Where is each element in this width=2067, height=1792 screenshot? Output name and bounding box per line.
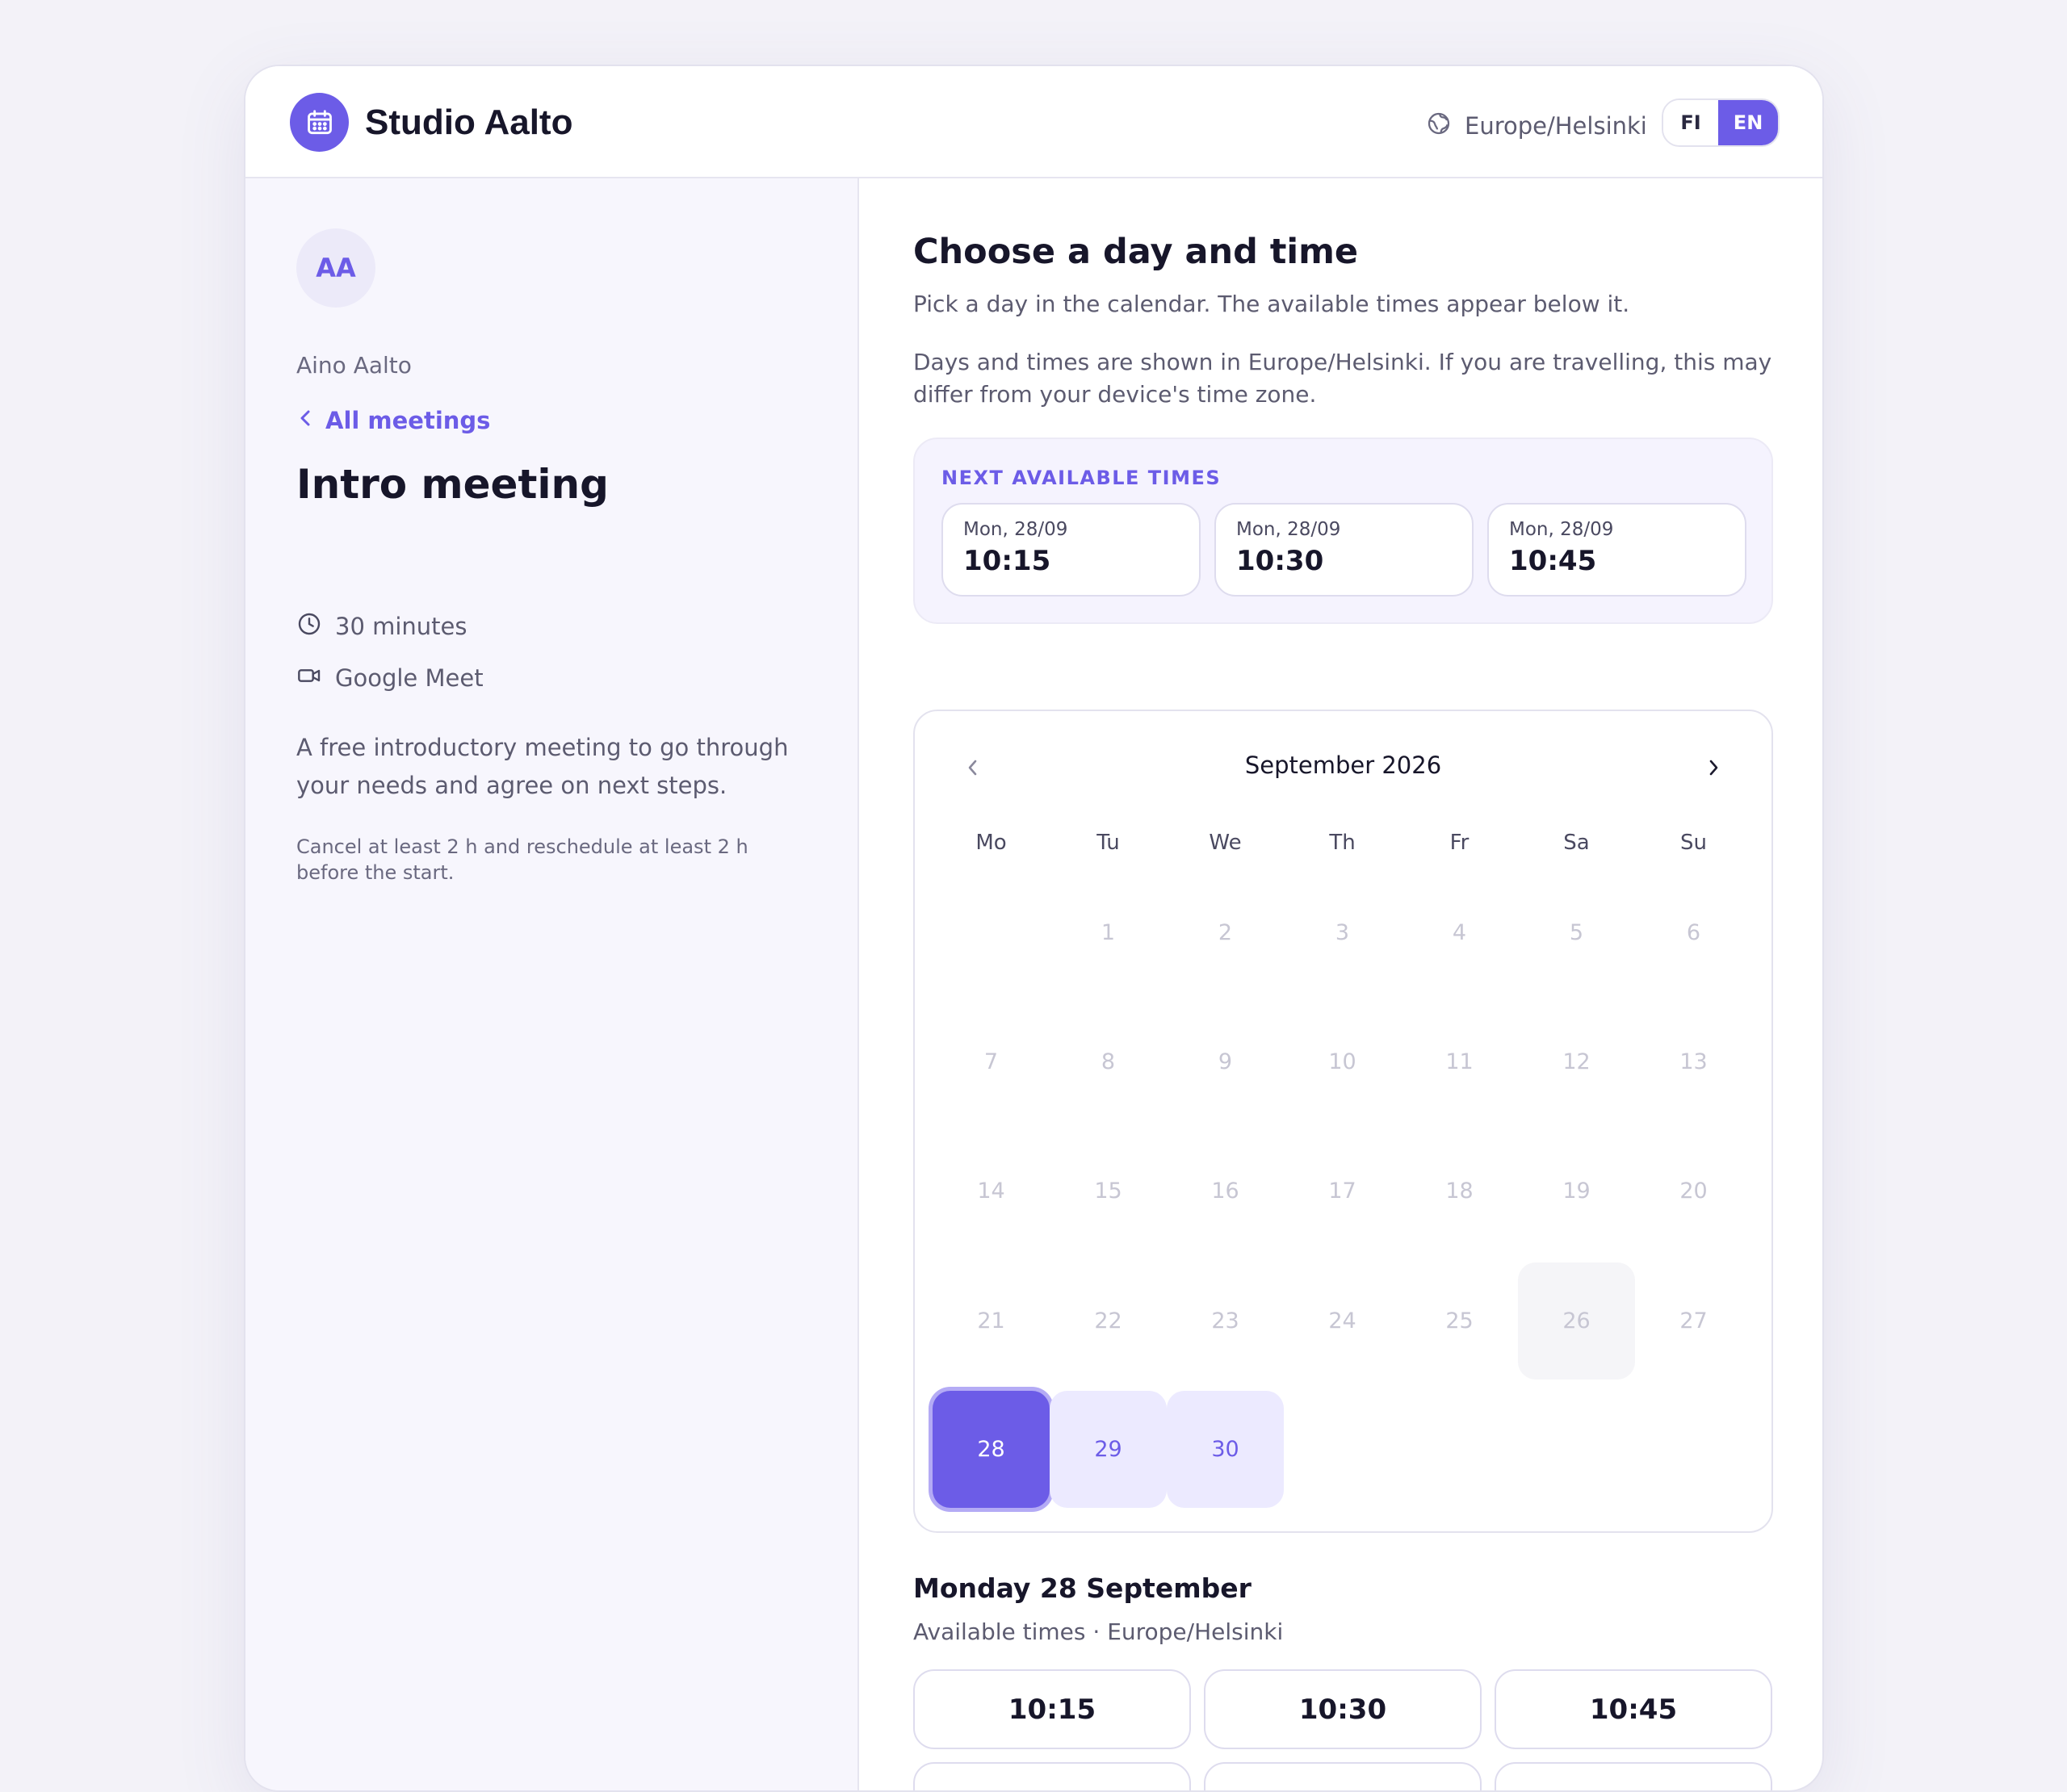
calendar-day: 15 [1094, 1179, 1122, 1204]
language-switcher: FI EN [1662, 98, 1780, 147]
calendar-day: 25 [1445, 1308, 1474, 1334]
time-slot-button[interactable]: 10:30 [1204, 1669, 1482, 1749]
location-label: Google Meet [335, 664, 484, 692]
calendar-day: 18 [1445, 1179, 1474, 1204]
all-meetings-link[interactable]: All meetings [296, 404, 490, 437]
calendar: September 2026 Mo Tu We Th Fr Sa Su 1234… [913, 710, 1773, 1533]
next-month-button[interactable] [1689, 745, 1738, 793]
calendar-day: 11 [1445, 1049, 1474, 1074]
slot-date: Mon, 28/09 [1509, 519, 1614, 540]
picker-instructions: Pick a day in the calendar. The availabl… [913, 291, 1630, 317]
next-slot-card[interactable]: Mon, 28/09 10:30 [1214, 503, 1474, 597]
selected-day-heading: Monday 28 September [913, 1572, 1252, 1604]
globe-icon [1426, 111, 1452, 142]
calendar-day: 20 [1679, 1179, 1708, 1204]
avatar: AA [296, 228, 375, 308]
weekday-label: We [1209, 831, 1242, 855]
calendar-month-label: September 2026 [1244, 752, 1442, 779]
calendar-day[interactable]: 30 [1167, 1391, 1284, 1508]
language-fi-button[interactable]: FI [1663, 100, 1719, 145]
slot-time: 10:30 [1236, 545, 1324, 577]
time-slot-button[interactable]: 10:45 [1495, 1669, 1772, 1749]
host-name: Aino Aalto [296, 352, 412, 379]
all-meetings-label: All meetings [325, 407, 491, 434]
calendar-day: 2 [1218, 920, 1233, 945]
meeting-info-panel: AA Aino Aalto All meetings Intro meeting… [245, 178, 859, 1790]
calendar-icon [290, 93, 349, 152]
next-slot-card[interactable]: Mon, 28/09 10:45 [1487, 503, 1746, 597]
calendar-day: 22 [1094, 1308, 1122, 1334]
weekday-label: Th [1329, 831, 1356, 855]
header: Studio Aalto Europe/Helsinki FI EN [245, 66, 1822, 178]
weekday-label: Su [1680, 831, 1707, 855]
chevron-right-icon [1704, 753, 1722, 786]
meeting-duration: 30 minutes [296, 610, 467, 643]
calendar-day: 8 [1101, 1049, 1116, 1074]
picker-title: Choose a day and time [913, 232, 1359, 272]
calendar-day: 16 [1211, 1179, 1239, 1204]
calendar-day: 13 [1679, 1049, 1708, 1074]
brand-name: Studio Aalto [365, 103, 573, 142]
timezone-label: Europe/Helsinki [1465, 112, 1647, 140]
calendar-day: 10 [1328, 1049, 1356, 1074]
timezone-note: Days and times are shown in Europe/Helsi… [913, 349, 1772, 408]
slot-time: 10:45 [1509, 545, 1597, 577]
calendar-day: 5 [1569, 920, 1584, 945]
calendar-day: 1 [1101, 920, 1116, 945]
calendar-day[interactable]: 28 [933, 1391, 1050, 1508]
time-slot-button[interactable]: 11:15 [1204, 1762, 1482, 1790]
calendar-day: 27 [1679, 1308, 1708, 1334]
calendar-day: 21 [977, 1308, 1005, 1334]
next-available-times: NEXT AVAILABLE TIMES Mon, 28/09 10:15 Mo… [913, 438, 1773, 624]
weekday-label: Sa [1563, 831, 1590, 855]
calendar-day[interactable]: 29 [1050, 1391, 1167, 1508]
time-slot-button[interactable]: 13:15 [1495, 1762, 1772, 1790]
chevron-left-icon [296, 407, 314, 434]
calendar-day: 9 [1218, 1049, 1233, 1074]
weekday-label: Tu [1096, 831, 1120, 855]
scheduler-panel: Choose a day and time Pick a day in the … [861, 178, 1822, 1790]
calendar-day: 3 [1335, 920, 1350, 945]
cancellation-policy: Cancel at least 2 h and reschedule at le… [296, 835, 748, 884]
selected-day-subheading: Available times · Europe/Helsinki [913, 1618, 1284, 1645]
calendar-day: 6 [1686, 920, 1701, 945]
clock-icon [296, 611, 322, 643]
next-slot-card[interactable]: Mon, 28/09 10:15 [941, 503, 1201, 597]
calendar-day: 14 [977, 1179, 1005, 1204]
slot-date: Mon, 28/09 [1236, 519, 1341, 540]
meeting-title: Intro meeting [296, 461, 609, 508]
booking-card: Studio Aalto Europe/Helsinki FI EN AA Ai… [244, 65, 1824, 1792]
video-camera-icon [296, 663, 322, 694]
weekday-label: Mo [975, 831, 1007, 855]
language-en-button[interactable]: EN [1718, 100, 1778, 145]
time-slot-button[interactable]: 10:15 [913, 1669, 1191, 1749]
calendar-day: 4 [1452, 920, 1467, 945]
next-available-title: NEXT AVAILABLE TIMES [941, 467, 1222, 489]
weekday-label: Fr [1449, 831, 1470, 855]
timezone-indicator: Europe/Helsinki [1426, 103, 1647, 149]
calendar-day: 24 [1328, 1308, 1356, 1334]
calendar-day: 7 [983, 1049, 999, 1074]
time-slot-button[interactable]: 11:00 [913, 1762, 1191, 1790]
calendar-day: 26 [1518, 1262, 1635, 1380]
meeting-description: A free introductory meeting to go throug… [296, 734, 789, 799]
calendar-day: 23 [1211, 1308, 1239, 1334]
calendar-day: 17 [1328, 1179, 1356, 1204]
meeting-location: Google Meet [296, 662, 484, 694]
calendar-day: 19 [1562, 1179, 1591, 1204]
calendar-day: 12 [1562, 1049, 1591, 1074]
duration-label: 30 minutes [335, 613, 467, 640]
slot-time: 10:15 [963, 545, 1051, 577]
slot-date: Mon, 28/09 [963, 519, 1068, 540]
